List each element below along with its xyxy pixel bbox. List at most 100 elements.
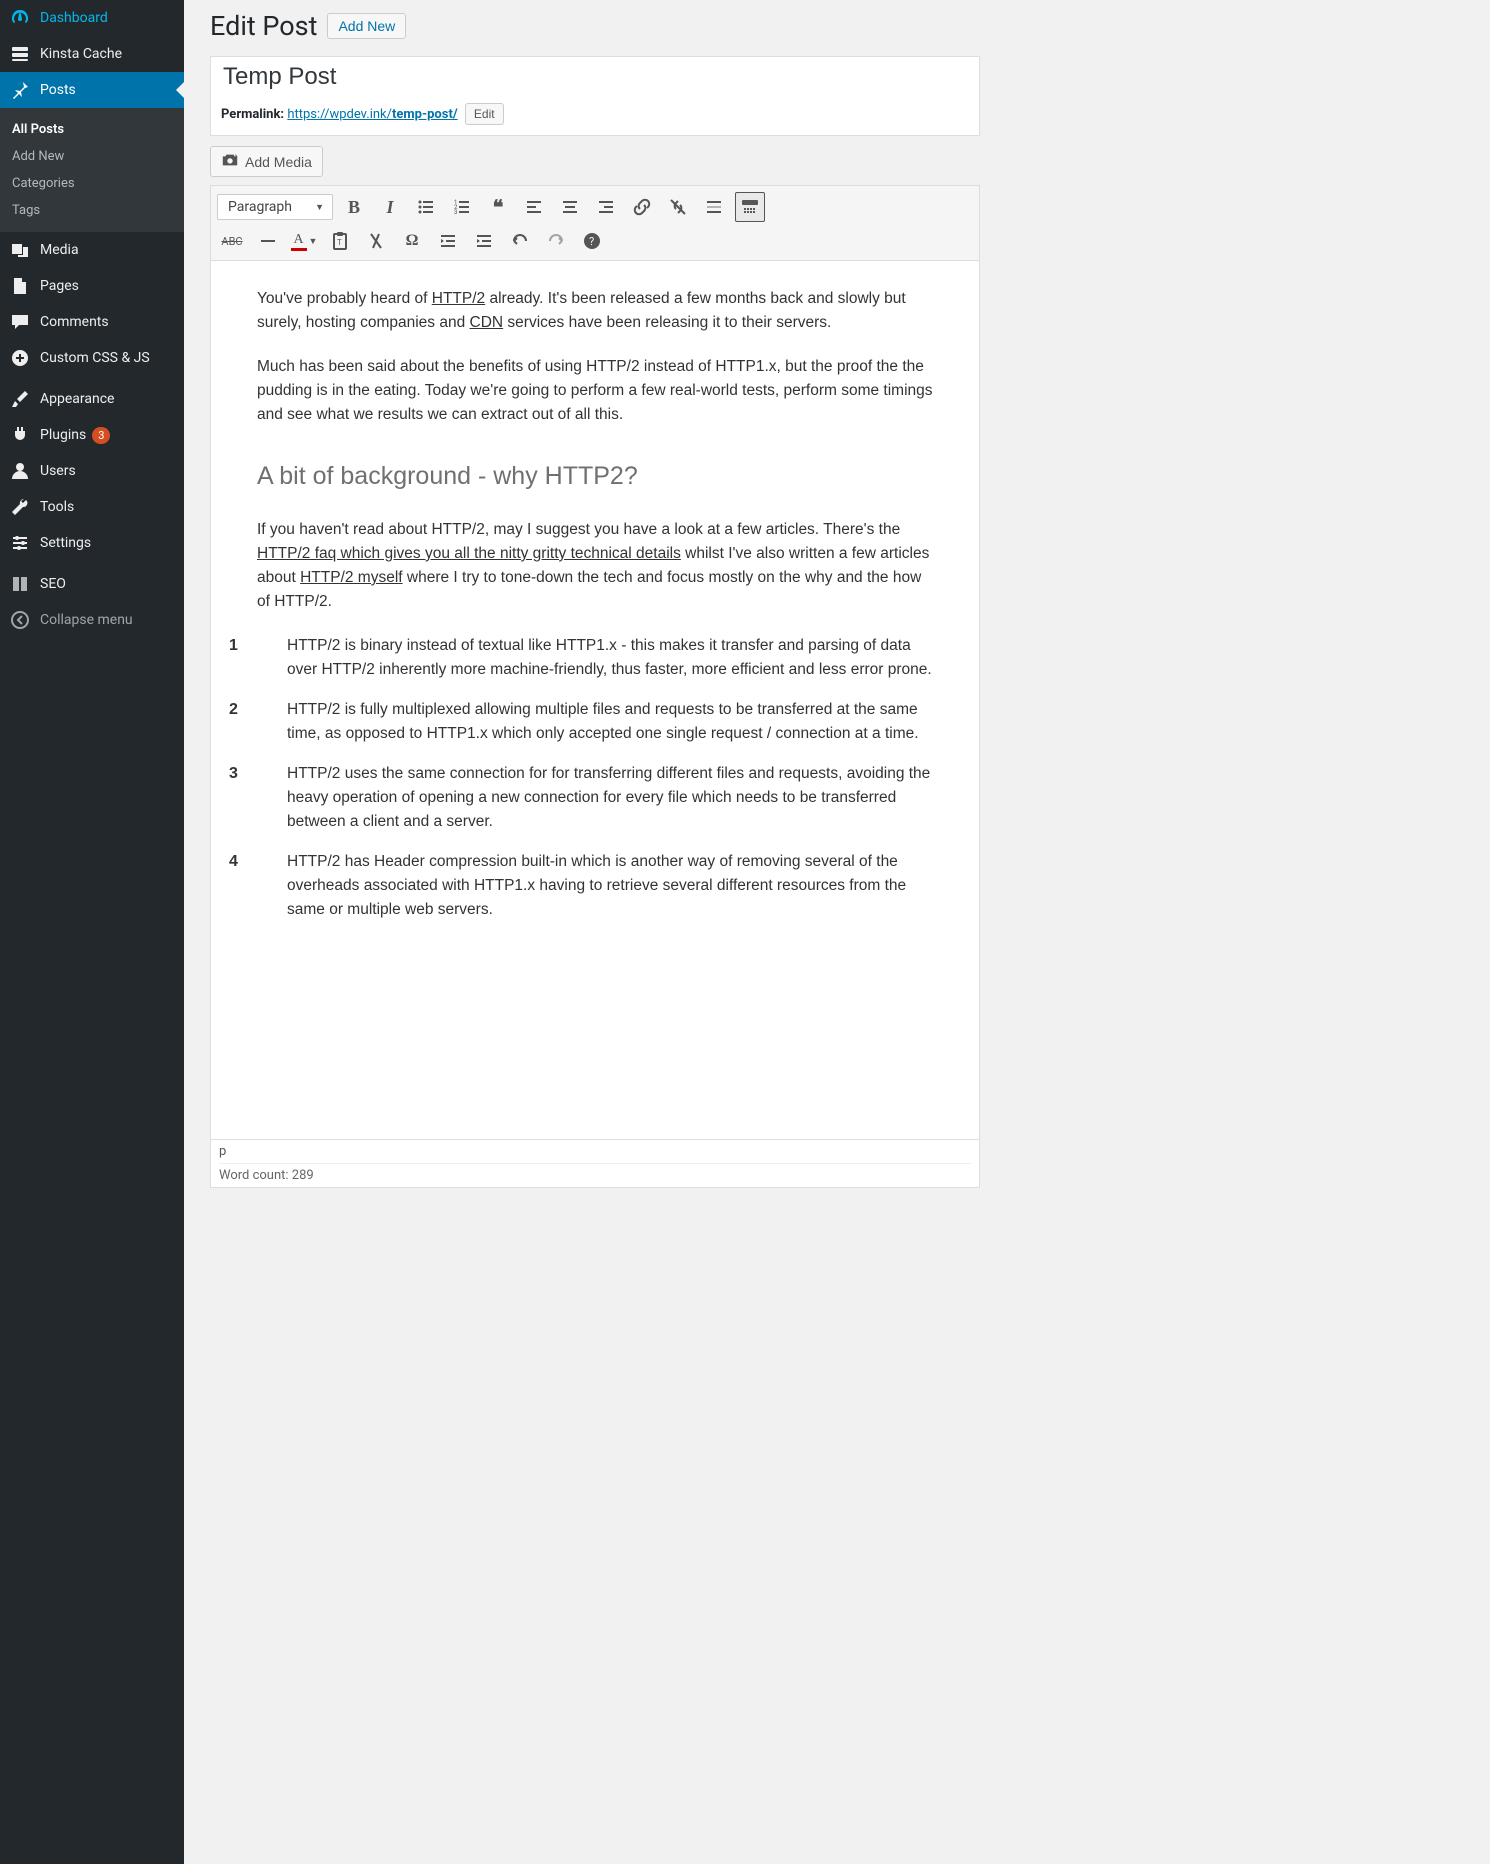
plug-icon	[10, 425, 30, 445]
menu-pages[interactable]: Pages	[0, 268, 184, 304]
page-title: Edit Post	[210, 10, 317, 42]
editor-toolbar: Paragraph B I 123 ❝ ABC A ▼ T Ω	[210, 185, 980, 260]
list-item: HTTP/2 has Header compression built-in w…	[257, 850, 933, 922]
blockquote-button[interactable]: ❝	[483, 192, 513, 222]
paste-text-button[interactable]: T	[325, 226, 355, 256]
pin-icon	[10, 80, 30, 100]
menu-label: Users	[40, 463, 76, 479]
word-count: Word count: 289	[219, 1164, 971, 1187]
plugins-update-badge: 3	[92, 427, 110, 444]
user-icon	[10, 461, 30, 481]
media-icon	[10, 240, 30, 260]
menu-posts[interactable]: Posts	[0, 72, 184, 108]
strikethrough-button[interactable]: ABC	[217, 226, 247, 256]
align-center-button[interactable]	[555, 192, 585, 222]
link-http2: HTTP/2	[432, 290, 485, 307]
cache-icon	[10, 44, 30, 64]
menu-label: Comments	[40, 314, 109, 330]
svg-text:3: 3	[454, 209, 457, 216]
menu-label: Tools	[40, 499, 74, 515]
collapse-label: Collapse menu	[40, 612, 133, 628]
link-http2-myself: HTTP/2 myself	[300, 569, 402, 586]
add-media-label: Add Media	[245, 154, 312, 170]
link-button[interactable]	[627, 192, 657, 222]
main-content: Edit Post Add New Permalink: https://wpd…	[184, 0, 980, 1188]
redo-button[interactable]	[541, 226, 571, 256]
submenu-add-new[interactable]: Add New	[0, 143, 184, 170]
menu-seo[interactable]: SEO	[0, 566, 184, 602]
menu-label: Media	[40, 242, 79, 258]
menu-dashboard[interactable]: Dashboard	[0, 0, 184, 36]
format-select[interactable]: Paragraph	[217, 194, 333, 220]
camera-icon	[221, 151, 239, 172]
admin-sidebar: Dashboard Kinsta Cache Posts All Posts A…	[0, 0, 184, 1864]
add-new-post-button[interactable]: Add New	[327, 13, 406, 39]
editor-content[interactable]: You've probably heard of HTTP/2 already.…	[210, 260, 980, 1140]
insert-more-button[interactable]	[699, 192, 729, 222]
menu-label: Plugins	[40, 427, 86, 443]
indent-button[interactable]	[469, 226, 499, 256]
add-media-button[interactable]: Add Media	[210, 146, 323, 177]
link-http2-faq: HTTP/2 faq which gives you all the nitty…	[257, 545, 681, 562]
menu-plugins[interactable]: Plugins 3	[0, 417, 184, 453]
align-right-button[interactable]	[591, 192, 621, 222]
undo-button[interactable]	[505, 226, 535, 256]
permalink-row: Permalink: https://wpdev.ink/temp-post/ …	[211, 97, 979, 135]
menu-settings[interactable]: Settings	[0, 525, 184, 561]
text-color-button[interactable]: A ▼	[289, 226, 319, 256]
collapse-menu[interactable]: Collapse menu	[0, 602, 184, 638]
menu-kinsta-cache[interactable]: Kinsta Cache	[0, 36, 184, 72]
element-path[interactable]: p	[219, 1140, 971, 1164]
menu-label: Pages	[40, 278, 79, 294]
permalink-label: Permalink:	[221, 107, 284, 122]
wrench-icon	[10, 497, 30, 517]
bullet-list-button[interactable]	[411, 192, 441, 222]
menu-label: Settings	[40, 535, 91, 551]
submenu-all-posts[interactable]: All Posts	[0, 116, 184, 143]
dashboard-icon	[10, 8, 30, 28]
menu-comments[interactable]: Comments	[0, 304, 184, 340]
menu-label: Custom CSS & JS	[40, 350, 150, 366]
page-icon	[10, 276, 30, 296]
help-button[interactable]: ?	[577, 226, 607, 256]
align-left-button[interactable]	[519, 192, 549, 222]
menu-label: Dashboard	[40, 10, 108, 26]
special-character-button[interactable]: Ω	[397, 226, 427, 256]
outdent-button[interactable]	[433, 226, 463, 256]
italic-button[interactable]: I	[375, 192, 405, 222]
posts-submenu: All Posts Add New Categories Tags	[0, 108, 184, 232]
menu-media[interactable]: Media	[0, 232, 184, 268]
submenu-categories[interactable]: Categories	[0, 170, 184, 197]
bold-button[interactable]: B	[339, 192, 369, 222]
post-title-input[interactable]	[211, 57, 979, 97]
list-item: HTTP/2 uses the same connection for for …	[257, 762, 933, 834]
horizontal-rule-button[interactable]	[253, 226, 283, 256]
brush-icon	[10, 389, 30, 409]
menu-label: SEO	[40, 576, 66, 592]
heading-background: A bit of background - why HTTP2?	[257, 457, 933, 496]
menu-label: Posts	[40, 82, 76, 98]
permalink-edit-button[interactable]: Edit	[465, 103, 504, 125]
menu-label: Kinsta Cache	[40, 46, 122, 62]
numbered-list-button[interactable]: 123	[447, 192, 477, 222]
link-cdn: CDN	[470, 314, 504, 331]
list-item: HTTP/2 is fully multiplexed allowing mul…	[257, 698, 933, 746]
plus-circle-icon	[10, 348, 30, 368]
clear-formatting-button[interactable]	[361, 226, 391, 256]
submenu-tags[interactable]: Tags	[0, 197, 184, 224]
sliders-icon	[10, 533, 30, 553]
menu-label: Appearance	[40, 391, 114, 407]
list-item: HTTP/2 is binary instead of textual like…	[257, 634, 933, 682]
seo-icon	[10, 574, 30, 594]
menu-users[interactable]: Users	[0, 453, 184, 489]
editor-status-bar: p Word count: 289	[210, 1140, 980, 1188]
svg-text:?: ?	[589, 235, 594, 248]
collapse-icon	[10, 610, 30, 630]
menu-custom-css-js[interactable]: Custom CSS & JS	[0, 340, 184, 376]
svg-text:T: T	[337, 238, 342, 247]
unlink-button[interactable]	[663, 192, 693, 222]
toolbar-toggle-button[interactable]	[735, 192, 765, 222]
menu-tools[interactable]: Tools	[0, 489, 184, 525]
permalink-link[interactable]: https://wpdev.ink/temp-post/	[287, 107, 457, 122]
menu-appearance[interactable]: Appearance	[0, 381, 184, 417]
